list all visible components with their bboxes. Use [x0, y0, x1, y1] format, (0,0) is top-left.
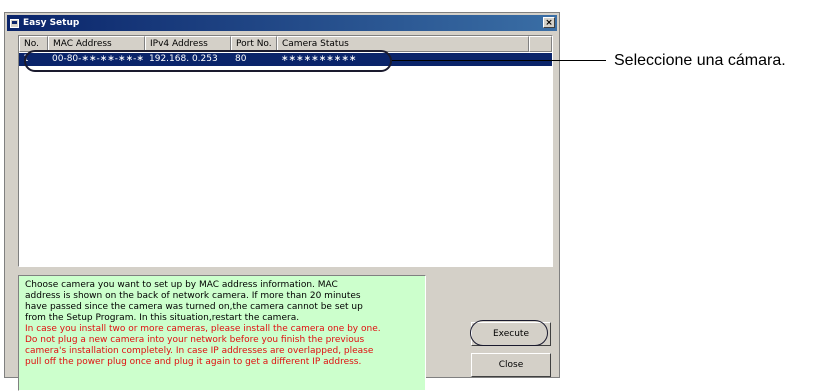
warning-line: In case you install two or more cameras,… — [25, 324, 381, 334]
app-icon — [10, 18, 19, 28]
info-line: from the Setup Program. In this situatio… — [25, 313, 300, 323]
warning-line: pull off the power plug once and plug it… — [25, 357, 362, 367]
close-window-button[interactable]: × — [543, 17, 555, 28]
callout-label: Seleccione una cámara. — [614, 52, 786, 69]
warning-line: camera's installation completely. In cas… — [25, 346, 374, 356]
selected-row-highlight — [24, 50, 392, 72]
info-line: Choose camera you want to set up by MAC … — [25, 280, 338, 290]
instructions-panel: Choose camera you want to set up by MAC … — [18, 275, 426, 391]
info-line: address is shown on the back of network … — [25, 291, 361, 301]
warning-line: Do not plug a new camera into your netwo… — [25, 335, 365, 345]
callout-leader-line — [392, 60, 606, 61]
title-bar[interactable]: Easy Setup × — [7, 15, 557, 31]
execute-highlight-ring — [470, 320, 548, 346]
info-line: have passed since the camera was turned … — [25, 302, 363, 312]
close-button[interactable]: Close — [471, 353, 551, 377]
column-header-extra[interactable] — [529, 36, 552, 52]
window-title: Easy Setup — [23, 18, 80, 28]
